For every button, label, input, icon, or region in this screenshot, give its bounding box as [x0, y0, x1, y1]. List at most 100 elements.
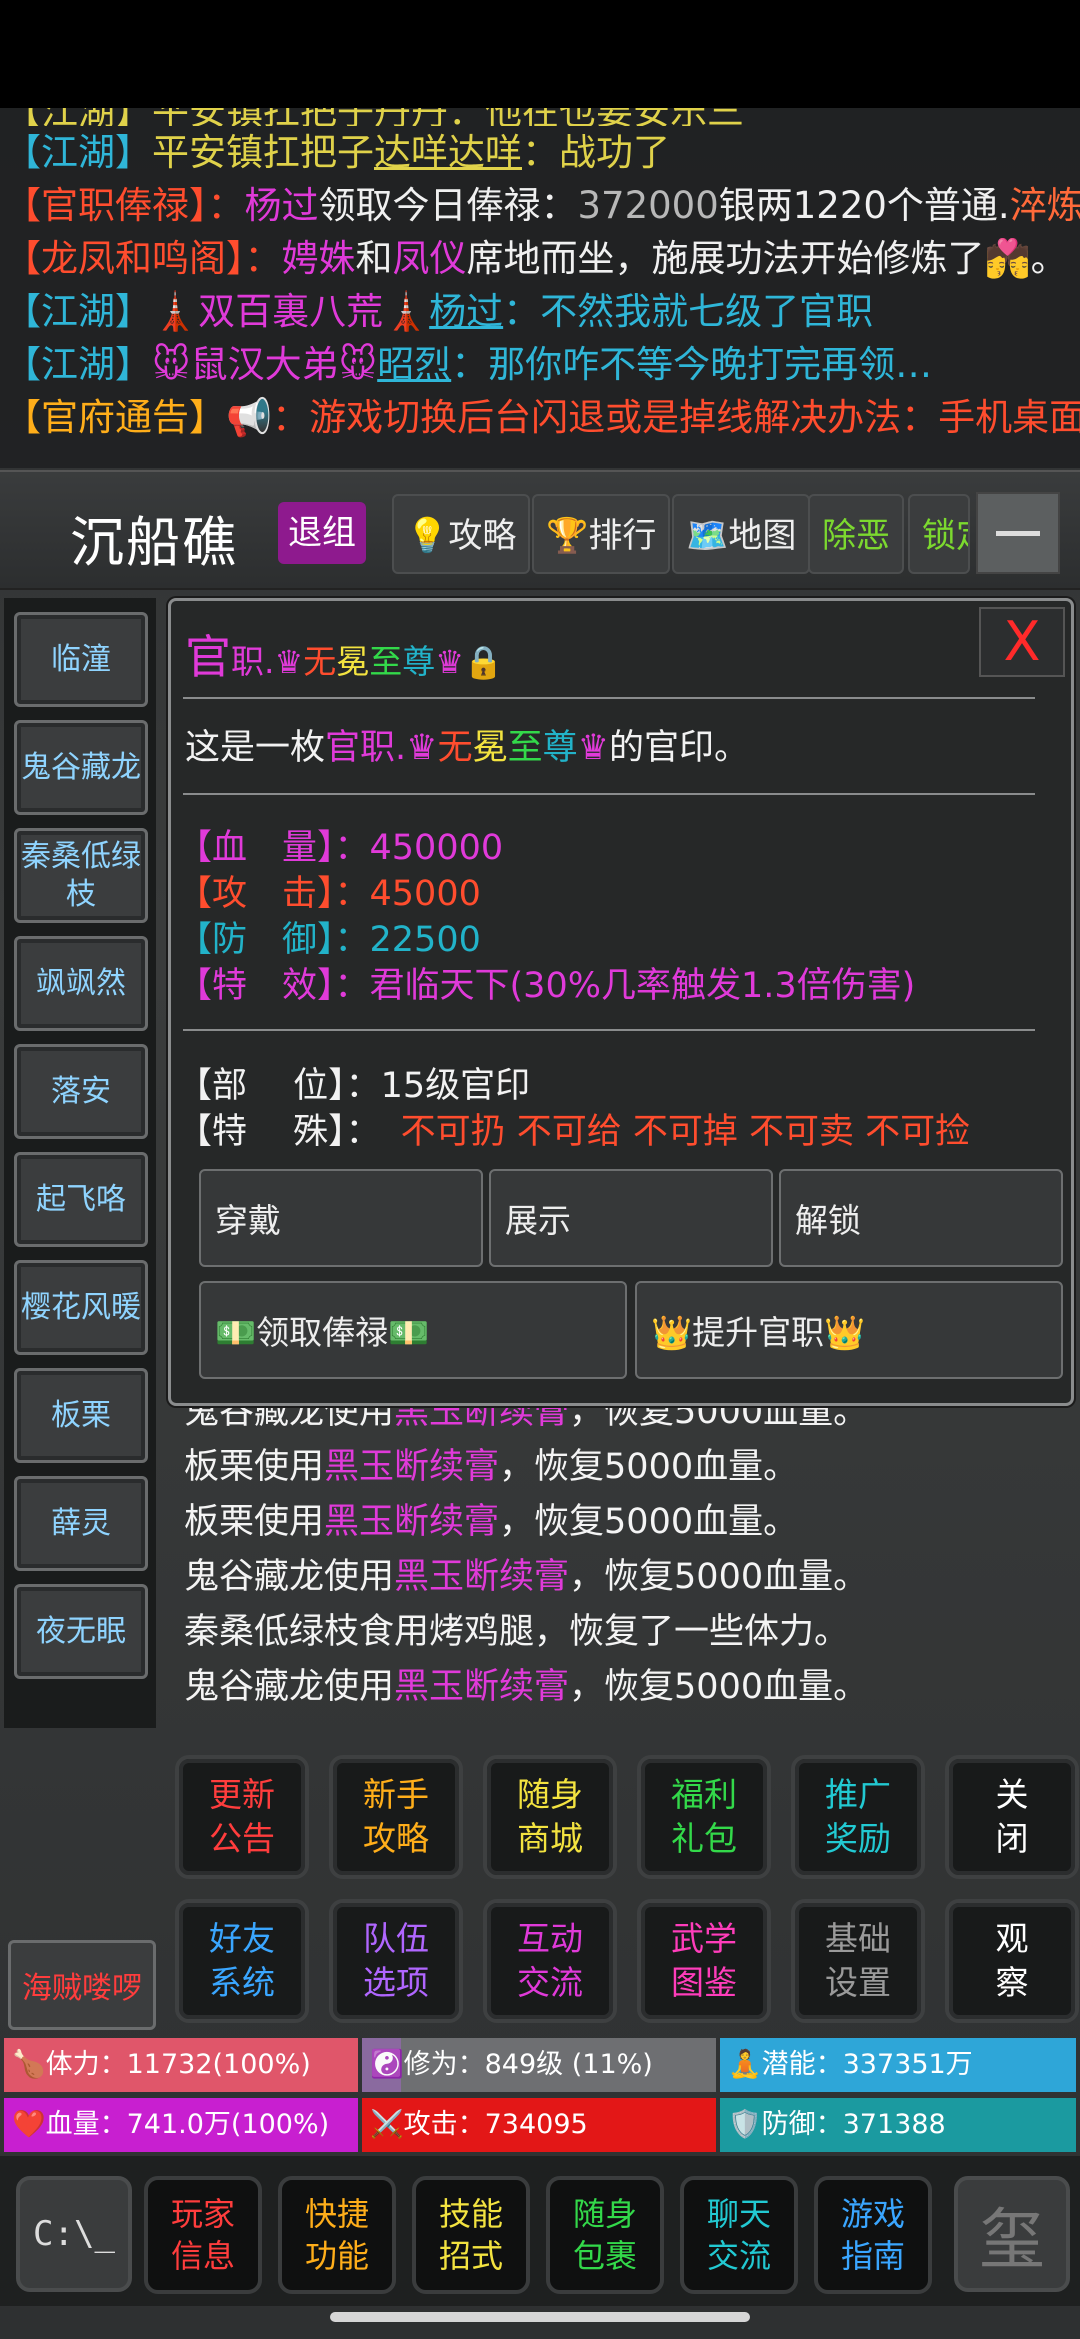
quick-menu-button[interactable]: 互动 交流 [483, 1899, 617, 2023]
item-detail-modal: X 官职.♛无冕至尊♛🔒 这是一枚官职.♛无冕至尊♛的官印。 【血 量】：450… [168, 598, 1074, 1406]
chat-line[interactable]: 【江湖】平安镇扛把子达咩达咩：战功了 [0, 126, 1080, 179]
chat-message: ：那你咋不等今晚打完再领… [451, 343, 933, 386]
quick-menu-button[interactable]: 随身 商城 [483, 1755, 617, 1879]
leave-team-button[interactable]: 退组 [278, 502, 366, 564]
chat-sender-name: 杨过 [429, 290, 504, 333]
stat-label: 【血 量】： [177, 828, 370, 868]
equip-button[interactable]: 穿戴 [199, 1169, 483, 1267]
eliminate-evil-button[interactable]: 除恶 [808, 494, 904, 574]
player-name: 薛灵 [51, 1505, 111, 1541]
player-button[interactable]: 起飞咯 [14, 1152, 148, 1247]
label-line: 聊天 [706, 2195, 771, 2233]
label-line: 关 [995, 1775, 1029, 1814]
label-line: 交流 [706, 2237, 771, 2275]
chat-player-name: 娉姝 [281, 237, 356, 280]
log-line: 鬼谷藏龙使用黑玉断续膏，恢复5000血量。 [160, 1550, 1080, 1605]
player-button[interactable]: 落安 [14, 1044, 148, 1139]
quick-menu-button[interactable]: 新手 攻略 [329, 1755, 463, 1879]
guide-button[interactable]: 💡攻略 [392, 494, 531, 574]
label-line: 礼包 [671, 1819, 737, 1858]
bottom-nav-label: 玩家 信息 [171, 2193, 235, 2277]
label-line: 新手 [363, 1775, 429, 1814]
close-button[interactable]: X [979, 607, 1065, 677]
npc-pirate-button[interactable]: 海贼喽啰 [8, 1940, 156, 2030]
bottom-nav-button[interactable]: 技能 招式 [412, 2176, 530, 2294]
chat-player-name: 杨过 [244, 184, 319, 227]
player-button[interactable]: 板栗 [14, 1368, 148, 1463]
unlock-button[interactable]: 解锁 [779, 1169, 1063, 1267]
stat-bar: ⚔️攻击：734095 [362, 2098, 716, 2152]
label-line: 系统 [209, 1963, 275, 2002]
chat-line[interactable]: 【龙凤和鸣阁】：娉姝和凤仪席地而坐，施展功法开始修炼了💏。 [0, 232, 1080, 285]
bottom-nav-button[interactable]: 随身 包裹 [546, 2176, 664, 2294]
label-line: 图鉴 [671, 1963, 737, 2002]
chat-sender-title: 🗼双百裏八荒🗼 [152, 290, 430, 333]
log-text: 板栗使用 [184, 1447, 325, 1487]
ranking-button[interactable]: 🏆排行 [532, 494, 671, 574]
chat-message: 领取今日俸禄： [318, 184, 578, 227]
quick-menu-button[interactable]: 好友 系统 [175, 1899, 309, 2023]
label-line: 武学 [671, 1919, 737, 1958]
stat-bar: 🧘潜能：337351万 [720, 2038, 1076, 2092]
chat-line[interactable]: 【官府通告】📢：游戏切换后台闪退或是掉线解决办法：手机桌面 [0, 391, 1080, 444]
log-line: 鬼谷藏龙使用黑玉断续膏，恢复5000血量。 [160, 1660, 1080, 1715]
log-text: 板栗使用 [184, 1502, 325, 1542]
player-list: 临潼鬼谷藏龙秦桑低绿枝飒飒然落安起飞咯樱花风暖板栗薛灵夜无眠 [4, 598, 156, 1728]
label-line: 游戏 [840, 2195, 905, 2233]
chat-message: 和 [355, 237, 393, 280]
log-text: ，恢复5000血量。 [499, 1502, 799, 1542]
label-line: 察 [995, 1963, 1029, 2002]
label-line: 奖励 [825, 1819, 891, 1858]
quick-menu-label: 随身 商城 [517, 1773, 583, 1861]
seal-icon[interactable]: 玺 [954, 2176, 1070, 2292]
label-line: 指南 [840, 2237, 905, 2275]
quick-menu-button[interactable]: 更新 公告 [175, 1755, 309, 1879]
label-line: 功能 [304, 2237, 369, 2275]
bottom-nav-button[interactable]: 玩家 信息 [144, 2176, 262, 2294]
lock-target-button[interactable]: 锁定 [908, 494, 970, 574]
divider [183, 697, 1035, 699]
quick-menu-button[interactable]: 武学 图鉴 [637, 1899, 771, 2023]
quick-menu-button[interactable]: 队伍 选项 [329, 1899, 463, 2023]
bottom-nav-button[interactable]: 游戏 指南 [814, 2176, 932, 2294]
special-row: 【特 殊】： 不可扔 不可给 不可掉 不可卖 不可捡 [177, 1112, 971, 1152]
chat-line[interactable]: 【官职俸禄】：杨过领取今日俸禄：372000银两1220个普通.淬炼 [0, 179, 1080, 232]
chat-panel[interactable]: 【江湖】平安镇扛把子丹丹：他在也要安乐三 【江湖】平安镇扛把子达咩达咩：战功了【… [0, 108, 1080, 468]
player-button[interactable]: 飒飒然 [14, 936, 148, 1031]
player-button[interactable]: 薛灵 [14, 1476, 148, 1571]
player-button[interactable]: 鬼谷藏龙 [14, 720, 148, 815]
quick-menu-button[interactable]: 推广 奖励 [791, 1755, 925, 1879]
player-button[interactable]: 夜无眠 [14, 1584, 148, 1679]
display-button[interactable]: 展示 [489, 1169, 773, 1267]
stat-label: 【特 效】： [177, 966, 370, 1006]
stat-bar-text: 🍗体力：11732(100%) [12, 2049, 311, 2080]
quick-menu-button[interactable]: 观察 [945, 1899, 1079, 2023]
stat-bar-text: ❤️血量：741.0万(100%) [12, 2109, 330, 2140]
stat-label: 【防 御】： [177, 920, 370, 960]
collect-salary-button[interactable]: 💵领取俸禄💵 [199, 1281, 627, 1379]
chat-line[interactable]: 【江湖】🐭鼠汉大弟🐭昭烈：那你咋不等今晚打完再领… [0, 338, 1080, 391]
chat-line[interactable]: 【江湖】🗼双百裏八荒🗼杨过：不然我就七级了官职 [0, 285, 1080, 338]
promote-rank-button[interactable]: 👑提升官职👑 [635, 1281, 1063, 1379]
quick-menu-label: 新手 攻略 [363, 1773, 429, 1861]
label-line: 福利 [671, 1775, 737, 1814]
player-name: 夜无眠 [36, 1613, 126, 1649]
status-bar [0, 0, 1080, 108]
bottom-nav-button[interactable]: 聊天 交流 [680, 2176, 798, 2294]
log-text: ，恢复5000血量。 [569, 1667, 869, 1707]
player-button[interactable]: 樱花风暖 [14, 1260, 148, 1355]
collapse-button[interactable] [976, 492, 1060, 574]
console-icon[interactable]: C:\_ [16, 2176, 132, 2292]
player-button[interactable]: 秦桑低绿枝 [14, 828, 148, 923]
quick-menu-button[interactable]: 福利 礼包 [637, 1755, 771, 1879]
label-line: 招式 [438, 2237, 503, 2275]
lock-icon: 🔒 [463, 643, 504, 681]
stat-row: 【防 御】：22500 [177, 911, 481, 962]
player-button[interactable]: 临潼 [14, 612, 148, 707]
map-button[interactable]: 🗺️地图 [672, 494, 811, 574]
bottom-nav-button[interactable]: 快捷 功能 [278, 2176, 396, 2294]
label-line: 基础 [825, 1919, 891, 1958]
quick-menu-button[interactable]: 基础 设置 [791, 1899, 925, 2023]
label-line: 设置 [825, 1963, 891, 2002]
quick-menu-button[interactable]: 关闭 [945, 1755, 1079, 1879]
